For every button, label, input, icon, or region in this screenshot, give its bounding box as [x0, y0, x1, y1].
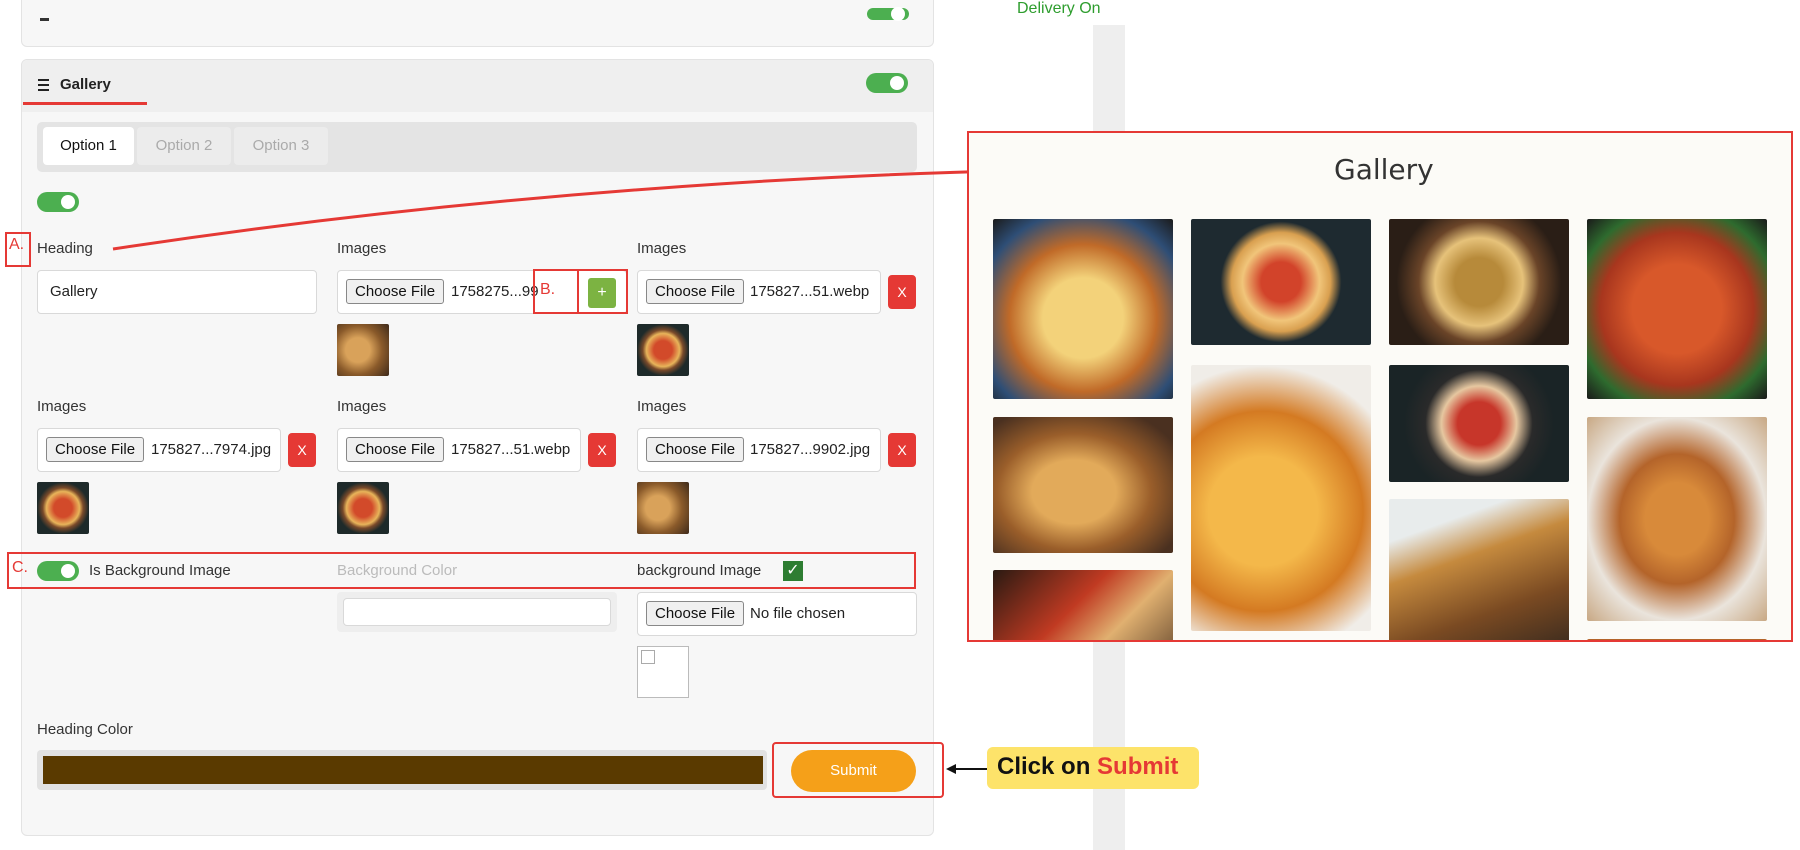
gallery-image-loaded-fries — [993, 219, 1173, 399]
gallery-image-partial — [1587, 639, 1767, 640]
callout-prefix: Click on — [997, 753, 1098, 780]
gallery-image-pizza-margherita — [1191, 219, 1371, 345]
callout-text: Click on Submit — [997, 753, 1178, 781]
gallery-image-sandwich-loaf — [1389, 499, 1569, 640]
gallery-image-croissants — [993, 417, 1173, 553]
gallery-preview: Gallery — [967, 131, 1793, 642]
gallery-image-pizza-olives — [1389, 219, 1569, 345]
gallery-image-pasta-tray — [1587, 219, 1767, 399]
callout-action: Submit — [1097, 753, 1179, 780]
gallery-image-baked-pasta — [1191, 365, 1371, 631]
gallery-image-skillet — [1389, 365, 1569, 482]
gallery-image-sub-sandwich — [1587, 417, 1767, 621]
preview-title: Gallery — [1334, 153, 1434, 186]
gallery-image-pizza-slice — [993, 570, 1173, 640]
